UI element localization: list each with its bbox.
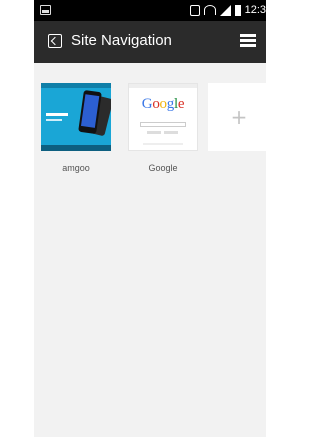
thumbnail-header (129, 84, 197, 88)
vibrate-icon (189, 4, 200, 16)
wifi-icon (203, 5, 216, 15)
tile-label-google[interactable]: Google (118, 163, 208, 173)
status-bar: 12:3 (34, 0, 266, 21)
phone-image-screen (80, 94, 100, 128)
image-icon (40, 5, 51, 15)
page-title: Site Navigation (71, 32, 172, 49)
status-time: 12:3 (244, 4, 266, 16)
google-logo: Google (141, 96, 185, 112)
phone-screen: 12:3 Site Navigation amgoo Google Google… (34, 0, 266, 437)
tile-label-amgoo[interactable]: amgoo (34, 163, 121, 173)
signal-icon (219, 4, 231, 16)
thumbnail-search-button (147, 131, 161, 134)
tile-amgoo[interactable] (41, 83, 111, 151)
thumbnail-footer-links (143, 143, 183, 145)
add-icon: + (230, 105, 248, 129)
battery-icon (234, 4, 241, 16)
thumbnail-header (41, 83, 111, 88)
thumbnail-headline (46, 113, 68, 116)
tile-google[interactable]: Google (128, 83, 198, 151)
status-icons: 12:3 (189, 3, 266, 17)
menu-icon[interactable] (240, 34, 256, 48)
add-site-tile[interactable]: + (208, 83, 266, 151)
thumbnail-subline (46, 119, 62, 121)
thumbnail-search-box (140, 122, 186, 127)
action-bar: Site Navigation (34, 21, 266, 63)
thumbnail-lucky-button (164, 131, 178, 134)
thumbnail-footer (41, 145, 111, 151)
site-navigation-icon[interactable] (48, 34, 62, 48)
